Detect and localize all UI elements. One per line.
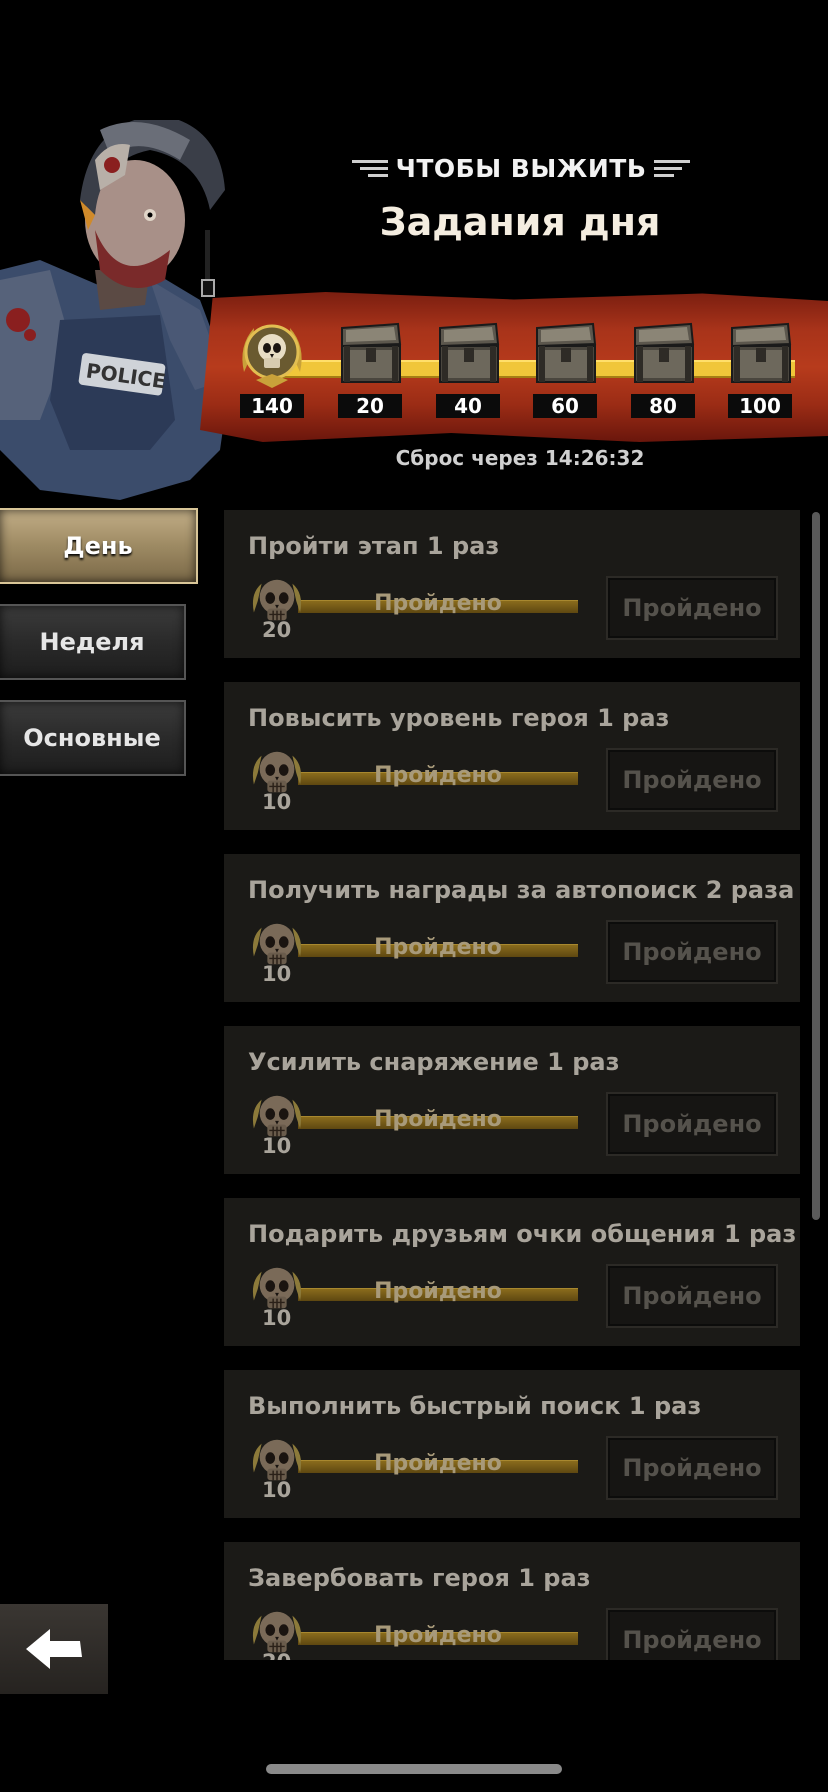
- milestone-chest[interactable]: 100: [720, 318, 800, 418]
- back-button[interactable]: [0, 1604, 108, 1694]
- page-title: Задания дня: [379, 200, 661, 244]
- chest-icon: [432, 318, 504, 390]
- task-title: Выполнить быстрый поиск 1 раз: [248, 1392, 702, 1420]
- task-title: Подарить друзьям очки общения 1 раз: [248, 1220, 797, 1248]
- task-points: 20: [262, 1650, 291, 1660]
- task-title: Завербовать героя 1 раз: [248, 1564, 591, 1592]
- chest-icon: [627, 318, 699, 390]
- daily-tasks-screen: POLICE ЧТОБЫ ВЫЖИТЬ Задания дня 140 20 4…: [0, 0, 828, 1792]
- task-card: Завербовать героя 1 раз 20 Пройдено Пройде…: [224, 1542, 800, 1660]
- reset-timer: Сброс через 14:26:32: [395, 446, 645, 470]
- chest-icon: [334, 318, 406, 390]
- task-progress-label: Пройдено: [374, 1107, 502, 1132]
- task-list-scrollbar[interactable]: [812, 512, 820, 1220]
- milestone-chest[interactable]: 40: [428, 318, 508, 418]
- task-list[interactable]: Пройти этап 1 раз 20 Пройдено Пройдено Повы…: [224, 510, 800, 1660]
- task-card: Выполнить быстрый поиск 1 раз 10 Пройдено…: [224, 1370, 800, 1518]
- task-completed-button[interactable]: Пройдено: [606, 1092, 778, 1156]
- task-progress-label: Пройдено: [374, 591, 502, 616]
- task-title: Усилить снаряжение 1 раз: [248, 1048, 620, 1076]
- task-points: 10: [262, 962, 292, 986]
- tab-day[interactable]: День: [0, 508, 198, 584]
- milestone-count: 100: [728, 394, 792, 418]
- back-arrow-icon: [26, 1629, 82, 1669]
- tab-week-label: Неделя: [39, 628, 145, 656]
- task-points: 10: [262, 1134, 292, 1158]
- task-completed-button[interactable]: Пройдено: [606, 748, 778, 812]
- task-progress-label: Пройдено: [374, 1451, 502, 1476]
- task-button-label: Пройдено: [622, 1110, 762, 1138]
- milestone-count: 140: [240, 394, 304, 418]
- task-button-label: Пройдено: [622, 1454, 762, 1482]
- task-button-label: Пройдено: [622, 766, 762, 794]
- zombie-police-hero-art: POLICE: [0, 120, 230, 500]
- tab-week[interactable]: Неделя: [0, 604, 186, 680]
- task-card: Усилить снаряжение 1 раз 10 Пройдено Пройд…: [224, 1026, 800, 1174]
- task-button-label: Пройдено: [622, 1282, 762, 1310]
- task-card: Пройти этап 1 раз 20 Пройдено Пройдено: [224, 510, 800, 658]
- task-progress-label: Пройдено: [374, 763, 502, 788]
- milestone-count: 40: [436, 394, 500, 418]
- milestone-chest[interactable]: 20: [330, 318, 410, 418]
- task-card: Повысить уровень героя 1 раз 10 Пройдено П…: [224, 682, 800, 830]
- task-points: 20: [262, 618, 292, 642]
- tab-main-label: Основные: [23, 724, 161, 752]
- task-button-label: Пройдено: [622, 1626, 762, 1654]
- task-progress-label: Пройдено: [374, 935, 502, 960]
- task-progress-label: Пройдено: [374, 1279, 502, 1304]
- task-title: Пройти этап 1 раз: [248, 532, 500, 560]
- screen-subtitle: ЧТОБЫ ВЫЖИТЬ: [395, 153, 647, 183]
- task-progress-label: Пройдено: [374, 1623, 502, 1648]
- chest-icon: [724, 318, 796, 390]
- subtitle-row: ЧТОБЫ ВЫЖИТЬ: [351, 150, 691, 186]
- milestone-count: 20: [338, 394, 402, 418]
- milestone-medal[interactable]: 140: [232, 318, 312, 418]
- task-points: 10: [262, 1306, 292, 1330]
- task-completed-button[interactable]: Пройдено: [606, 1436, 778, 1500]
- task-button-label: Пройдено: [622, 938, 762, 966]
- milestone-count: 80: [631, 394, 695, 418]
- tab-main[interactable]: Основные: [0, 700, 186, 776]
- left-deco-lines-icon: [351, 159, 388, 177]
- task-card: Подарить друзьям очки общения 1 раз 10 Пр…: [224, 1198, 800, 1346]
- milestone-chest[interactable]: 60: [525, 318, 605, 418]
- skull-medal-icon: [236, 318, 308, 390]
- task-card: Получить награды за автопоиск 2 раза 10 П…: [224, 854, 800, 1002]
- task-completed-button[interactable]: Пройдено: [606, 1608, 778, 1660]
- task-points: 10: [262, 1478, 292, 1502]
- milestone-count: 60: [533, 394, 597, 418]
- task-completed-button[interactable]: Пройдено: [606, 1264, 778, 1328]
- milestone-chest[interactable]: 80: [623, 318, 703, 418]
- task-completed-button[interactable]: Пройдено: [606, 576, 778, 640]
- task-title: Получить награды за автопоиск 2 раза: [248, 876, 795, 904]
- task-points: 10: [262, 790, 292, 814]
- task-button-label: Пройдено: [622, 594, 762, 622]
- home-indicator: [266, 1764, 562, 1774]
- task-completed-button[interactable]: Пройдено: [606, 920, 778, 984]
- right-deco-lines-icon: [654, 159, 691, 177]
- task-title: Повысить уровень героя 1 раз: [248, 704, 670, 732]
- chest-icon: [529, 318, 601, 390]
- tab-day-label: День: [63, 532, 133, 560]
